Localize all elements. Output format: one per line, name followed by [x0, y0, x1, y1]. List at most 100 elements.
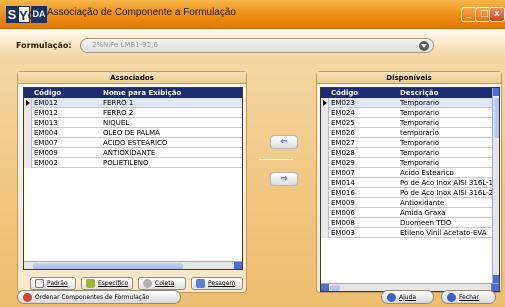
- scroll-left-button[interactable]: [321, 284, 329, 291]
- row-indicator: [321, 108, 329, 118]
- cell-codigo: EM029: [331, 159, 355, 167]
- cell-codigo: EM025: [331, 119, 355, 127]
- table-row[interactable]: EM009 ANTIOXIDANTE: [24, 148, 242, 158]
- table-row[interactable]: EM023 Temporario: [321, 98, 492, 108]
- add-component-button[interactable]: ⇐: [270, 135, 298, 149]
- table-row[interactable]: EM026 temporario: [321, 128, 492, 138]
- table-row[interactable]: EM027 Temporario: [321, 138, 492, 148]
- title-bar: S YC DA Associação de Componente a Formu…: [0, 0, 505, 29]
- table-row[interactable]: EM024 Temporario: [321, 108, 492, 118]
- coleta-button[interactable]: Coleta: [138, 277, 186, 290]
- column-header-codigo[interactable]: Código: [331, 89, 358, 97]
- formulacao-label: Formulação:: [16, 41, 72, 50]
- row-indicator: [321, 128, 329, 138]
- row-indicator: [321, 188, 329, 198]
- table-row[interactable]: EM028 Temporario: [321, 148, 492, 158]
- disponiveis-header: Código Descrição: [321, 88, 493, 98]
- table-row[interactable]: EM007 ACIDO ESTEARICO: [24, 138, 242, 148]
- maximize-icon: □: [480, 9, 489, 19]
- cell-descricao: Temporario: [400, 159, 440, 167]
- column-header-nome[interactable]: Nome para Exibição: [103, 89, 181, 97]
- row-indicator: [24, 158, 32, 168]
- cell-codigo: EM002: [34, 159, 58, 167]
- arrow-right-icon: ⇒: [280, 174, 288, 184]
- ajuda-label: Ajuda: [399, 293, 417, 301]
- cell-codigo: EM006: [331, 209, 355, 217]
- disponiveis-vscrollbar[interactable]: [492, 88, 499, 283]
- table-row[interactable]: EM007 Acido Estearico: [321, 168, 492, 178]
- table-row[interactable]: EM009 Antioxidante: [321, 198, 492, 208]
- cell-codigo: EM009: [331, 199, 355, 207]
- cell-descricao: Temporario: [400, 109, 440, 117]
- column-header-codigo[interactable]: Código: [34, 89, 61, 97]
- table-row[interactable]: EM006 Amida Graxa: [321, 208, 492, 218]
- associados-hscrollbar[interactable]: [24, 261, 242, 269]
- scale-icon: [196, 279, 205, 288]
- pesagem-label: Pesagem: [208, 280, 236, 287]
- cell-descricao: ACIDO ESTEARICO: [103, 139, 168, 147]
- cell-descricao: POLIETILENO: [103, 159, 149, 167]
- cell-descricao: Po de Aco Inox AISI 316L-15: [400, 179, 498, 187]
- sort-icon: [23, 292, 32, 302]
- help-icon: [387, 292, 396, 302]
- cell-descricao: NIQUEL: [103, 119, 130, 127]
- scroll-thumb[interactable]: [330, 285, 340, 291]
- scroll-right-button[interactable]: [234, 262, 242, 269]
- fechar-button[interactable]: Fechar: [441, 290, 496, 304]
- pesagem-button[interactable]: Pesagem: [191, 277, 243, 290]
- table-row[interactable]: EM013 NIQUEL: [24, 118, 242, 128]
- cell-descricao: OLEO DE PALMA: [103, 129, 160, 137]
- cell-codigo: EM023: [331, 99, 355, 107]
- scroll-thumb[interactable]: [33, 263, 183, 269]
- cell-descricao: Temporario: [400, 99, 440, 107]
- table-row[interactable]: EM012 FERRO 1: [24, 98, 242, 108]
- row-indicator: [321, 118, 329, 128]
- table-row[interactable]: EM003 Etileno Vinil Acetato-EVA: [321, 228, 492, 238]
- cell-codigo: EM014: [331, 179, 355, 187]
- row-indicator: [321, 228, 329, 238]
- cell-codigo: EM012: [34, 99, 58, 107]
- cell-codigo: EM007: [34, 139, 58, 147]
- especifico-button[interactable]: Específico: [81, 277, 133, 290]
- disponiveis-title: Disponíveis: [317, 72, 501, 84]
- cell-descricao: Etileno Vinil Acetato-EVA: [400, 229, 487, 237]
- cell-codigo: EM013: [34, 119, 58, 127]
- formulacao-select[interactable]: 2%NiFe LMB1-91,6: [80, 38, 434, 53]
- padrao-button[interactable]: Padrão: [30, 277, 76, 290]
- cell-descricao: Amida Graxa: [400, 209, 446, 217]
- cell-descricao: Antioxidante: [400, 199, 445, 207]
- table-row[interactable]: EM014 Po de Aco Inox AISI 316L-15: [321, 178, 498, 188]
- row-indicator: [321, 198, 329, 208]
- associados-title: Associados: [18, 72, 246, 84]
- cell-codigo: EM016: [331, 189, 355, 197]
- table-row[interactable]: EM002 POLIETILENO: [24, 158, 242, 168]
- ajuda-button[interactable]: Ajuda: [381, 290, 434, 304]
- cell-codigo: EM004: [34, 129, 58, 137]
- cell-codigo: EM007: [331, 169, 355, 177]
- row-indicator: [321, 158, 329, 168]
- scroll-down-button[interactable]: [493, 275, 499, 283]
- ordenar-label: Ordenar Componentes de Formulação: [35, 293, 150, 301]
- scroll-up-button[interactable]: [493, 88, 499, 96]
- row-indicator: [321, 208, 329, 218]
- table-row[interactable]: EM012 FERRO 2: [24, 108, 242, 118]
- row-indicator: [321, 218, 329, 228]
- transfer-divider: [259, 159, 293, 160]
- table-row[interactable]: EM008 Duomeen TDO: [321, 218, 492, 228]
- arrow-left-icon: ⇐: [280, 137, 288, 147]
- associados-panel: Associados Código Nome para Exibição EM0…: [17, 71, 247, 293]
- column-header-descricao[interactable]: Descrição: [400, 89, 438, 97]
- cell-descricao: Acido Estearico: [400, 169, 454, 177]
- table-row[interactable]: EM016 Po de Aco Inox AISI 316L-22: [321, 188, 498, 198]
- close-button[interactable]: x: [489, 7, 505, 22]
- ordenar-componentes-button[interactable]: Ordenar Componentes de Formulação: [17, 290, 181, 304]
- remove-component-button[interactable]: ⇒: [270, 172, 298, 186]
- table-row[interactable]: EM025 Temporario: [321, 118, 492, 128]
- table-row[interactable]: EM029 Temporario: [321, 158, 492, 168]
- row-indicator: [321, 98, 329, 108]
- scroll-thumb[interactable]: [494, 98, 499, 138]
- close-icon: x: [494, 9, 500, 19]
- table-row[interactable]: EM004 OLEO DE PALMA: [24, 128, 242, 138]
- formulacao-value: 2%NiFe LMB1-91,6: [92, 41, 158, 49]
- chevron-down-icon[interactable]: [419, 41, 429, 51]
